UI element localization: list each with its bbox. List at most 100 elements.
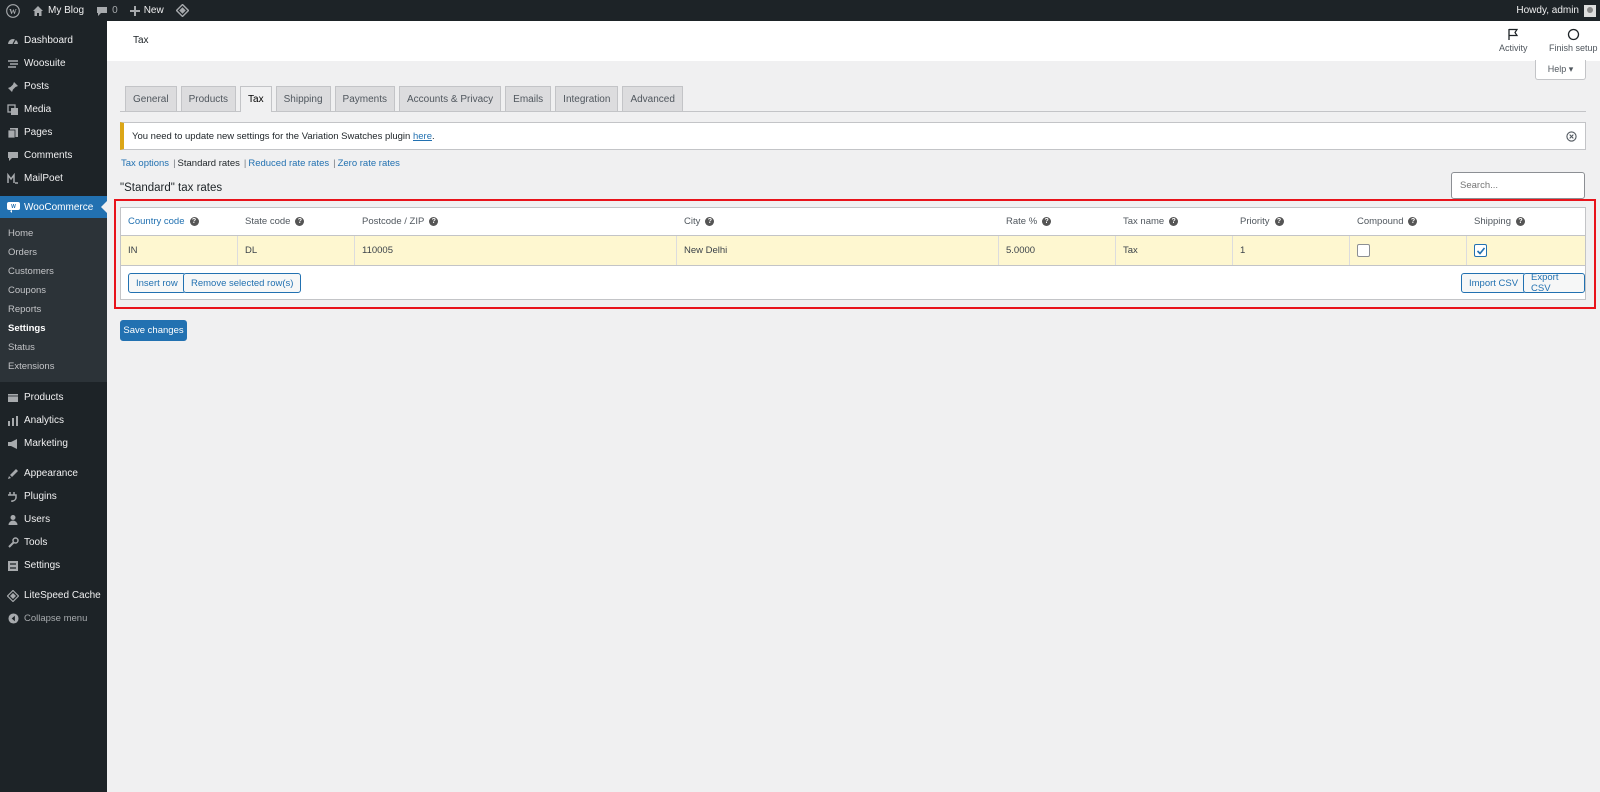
- menu-tools-label: Tools: [24, 537, 48, 548]
- tab-emails[interactable]: Emails: [505, 86, 552, 111]
- menu-users[interactable]: Users: [0, 508, 107, 531]
- col-city: City?: [677, 208, 999, 235]
- submenu-coupons[interactable]: Coupons: [0, 281, 107, 300]
- menu-posts[interactable]: Posts: [0, 75, 107, 98]
- help-tip-icon[interactable]: ?: [1042, 217, 1052, 226]
- submenu-customers[interactable]: Customers: [0, 262, 107, 281]
- search-input[interactable]: [1451, 172, 1585, 199]
- menu-tools[interactable]: Tools: [0, 531, 107, 554]
- menu-settings[interactable]: Settings: [0, 554, 107, 577]
- tab-advanced[interactable]: Advanced: [622, 86, 683, 111]
- menu-analytics[interactable]: Analytics: [0, 409, 107, 432]
- menu-woosuite-label: Woosuite: [24, 58, 66, 69]
- tab-tax[interactable]: Tax: [240, 86, 272, 112]
- activity-label: Activity: [1499, 43, 1528, 53]
- tab-accounts-privacy[interactable]: Accounts & Privacy: [399, 86, 502, 111]
- col-state-code-label: State code: [245, 216, 291, 227]
- litespeed-diamond-icon[interactable]: [170, 0, 195, 21]
- tax-options-link[interactable]: Tax options: [121, 158, 169, 169]
- collapse-menu-label: Collapse menu: [24, 613, 88, 624]
- comments-link[interactable]: 0: [90, 0, 124, 21]
- woosuite-icon: [6, 57, 20, 71]
- woocommerce-header: Tax Activity Finish setup: [107, 21, 1600, 61]
- separator: |: [173, 158, 176, 169]
- cell-priority[interactable]: 1: [1233, 236, 1350, 265]
- reduced-rates-link[interactable]: Reduced rate rates: [248, 158, 329, 169]
- menu-marketing[interactable]: Marketing: [0, 432, 107, 455]
- notice-link[interactable]: here: [413, 131, 432, 142]
- menu-plugins[interactable]: Plugins: [0, 485, 107, 508]
- woocommerce-icon: W: [6, 200, 20, 214]
- pin-icon: [6, 80, 20, 94]
- new-content-link[interactable]: New: [124, 0, 170, 21]
- col-rate-label: Rate %: [1006, 216, 1038, 227]
- menu-comments[interactable]: Comments: [0, 144, 107, 167]
- cell-rate[interactable]: 5.0000: [999, 236, 1116, 265]
- menu-media[interactable]: Media: [0, 98, 107, 121]
- cell-city[interactable]: New Delhi: [677, 236, 999, 265]
- activity-button[interactable]: Activity: [1499, 27, 1528, 53]
- menu-users-label: Users: [24, 514, 51, 525]
- col-priority-label: Priority: [1240, 216, 1270, 227]
- submenu-orders[interactable]: Orders: [0, 243, 107, 262]
- insert-row-button[interactable]: Insert row: [128, 273, 186, 293]
- tab-products[interactable]: Products: [180, 86, 237, 111]
- pages-icon: [6, 126, 20, 140]
- collapse-menu-button[interactable]: Collapse menu: [0, 607, 107, 630]
- finish-setup-button[interactable]: Finish setup: [1549, 27, 1598, 53]
- progress-circle-icon: [1567, 27, 1580, 41]
- help-tip-icon[interactable]: ?: [1169, 217, 1179, 226]
- help-tip-icon[interactable]: ?: [1408, 217, 1418, 226]
- help-button[interactable]: Help ▾: [1535, 60, 1586, 80]
- tab-payments[interactable]: Payments: [334, 86, 395, 111]
- submenu-settings[interactable]: Settings: [0, 319, 107, 338]
- shipping-checkbox[interactable]: [1474, 244, 1487, 257]
- tab-general[interactable]: General: [125, 86, 177, 111]
- export-csv-button[interactable]: Export CSV: [1523, 272, 1585, 294]
- tab-integration[interactable]: Integration: [555, 86, 619, 111]
- help-tip-icon[interactable]: ?: [1515, 217, 1525, 226]
- cell-shipping: [1467, 236, 1585, 265]
- menu-woocommerce[interactable]: W WooCommerce: [0, 196, 107, 218]
- cell-postcode[interactable]: 110005: [355, 236, 677, 265]
- help-tip-icon[interactable]: ?: [705, 217, 715, 226]
- notice-period: .: [432, 130, 435, 142]
- col-postcode: Postcode / ZIP?: [355, 208, 677, 235]
- submenu-home[interactable]: Home: [0, 224, 107, 243]
- cell-tax-name[interactable]: Tax: [1116, 236, 1233, 265]
- menu-litespeed-cache[interactable]: LiteSpeed Cache: [0, 584, 107, 607]
- cell-state-code[interactable]: DL: [238, 236, 355, 265]
- remove-rows-button[interactable]: Remove selected row(s): [183, 273, 302, 293]
- site-name-link[interactable]: My Blog: [26, 0, 90, 21]
- help-tip-icon[interactable]: ?: [189, 217, 199, 226]
- help-tip-icon[interactable]: ?: [1274, 217, 1284, 226]
- save-changes-button[interactable]: Save changes: [120, 320, 187, 341]
- menu-woosuite[interactable]: Woosuite: [0, 52, 107, 75]
- menu-mailpoet[interactable]: MailPoet: [0, 167, 107, 190]
- cell-country-code[interactable]: IN: [121, 236, 238, 265]
- help-tip-icon[interactable]: ?: [295, 217, 305, 226]
- menu-appearance[interactable]: Appearance: [0, 462, 107, 485]
- comment-bubble-icon: [96, 5, 108, 17]
- compound-checkbox[interactable]: [1357, 244, 1370, 257]
- my-account[interactable]: Howdy, admin: [1516, 4, 1600, 17]
- import-csv-button[interactable]: Import CSV: [1461, 273, 1527, 293]
- col-country-code[interactable]: Country code?: [121, 208, 238, 235]
- help-tip-icon[interactable]: ?: [429, 217, 439, 226]
- wordpress-logo-icon[interactable]: W: [0, 0, 26, 21]
- submenu-status[interactable]: Status: [0, 338, 107, 357]
- menu-products[interactable]: Products: [0, 386, 107, 409]
- table-row[interactable]: IN DL 110005 New Delhi 5.0000 Tax 1: [121, 236, 1585, 266]
- menu-pages[interactable]: Pages: [0, 121, 107, 144]
- dismiss-icon[interactable]: [1565, 130, 1577, 142]
- products-icon: [6, 391, 20, 405]
- menu-plugins-label: Plugins: [24, 491, 57, 502]
- submenu-extensions[interactable]: Extensions: [0, 357, 107, 376]
- submenu-reports[interactable]: Reports: [0, 300, 107, 319]
- separator: |: [333, 158, 336, 169]
- menu-dashboard[interactable]: Dashboard: [0, 29, 107, 52]
- howdy-text: Howdy, admin: [1516, 5, 1579, 16]
- zero-rates-link[interactable]: Zero rate rates: [338, 158, 400, 169]
- woocommerce-submenu: Home Orders Customers Coupons Reports Se…: [0, 218, 107, 382]
- tab-shipping[interactable]: Shipping: [275, 86, 331, 111]
